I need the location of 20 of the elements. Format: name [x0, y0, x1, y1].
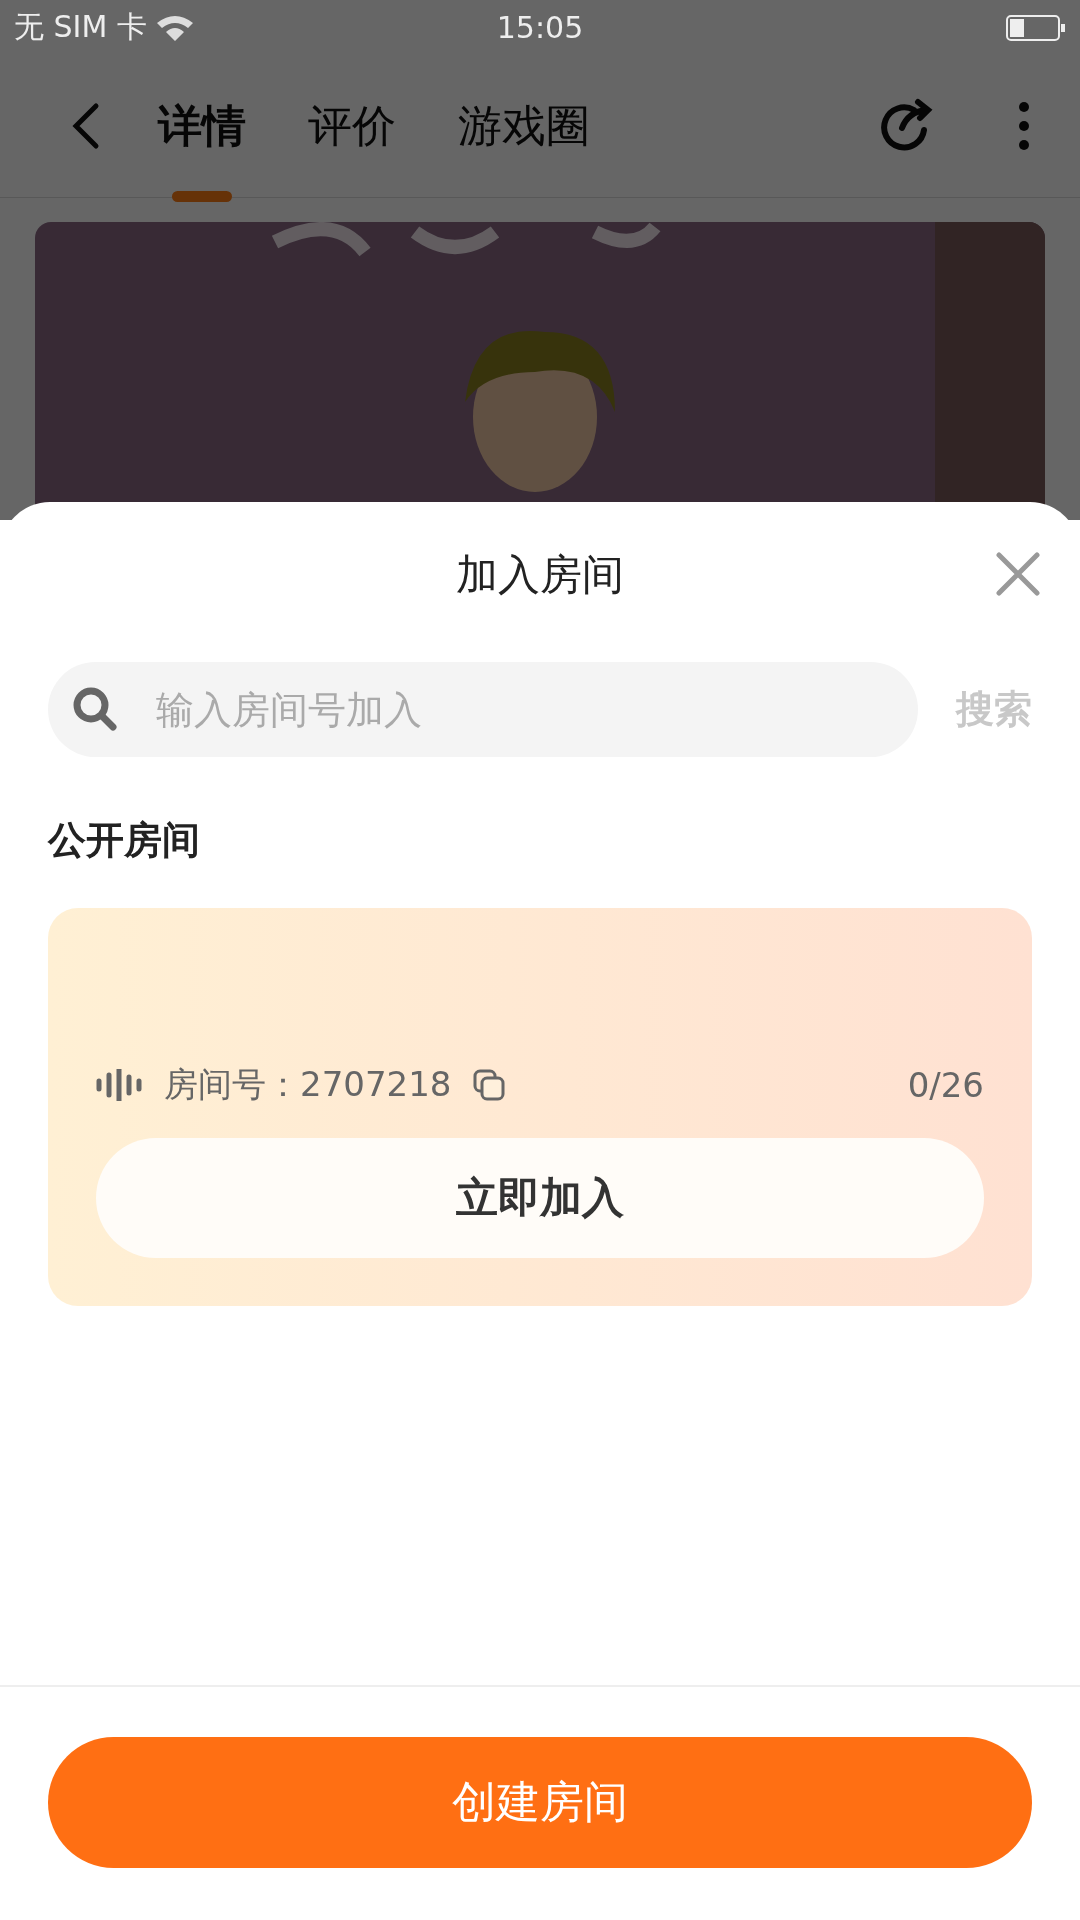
search-icon	[72, 686, 118, 732]
join-button[interactable]: 立即加入	[96, 1138, 984, 1258]
more-icon[interactable]	[1018, 101, 1030, 151]
carrier-text: 无 SIM 卡	[14, 8, 147, 46]
search-field[interactable]: 输入房间号加入	[48, 662, 918, 757]
tab-indicator	[172, 190, 232, 202]
create-room-button[interactable]: 创建房间	[48, 1737, 1032, 1868]
occupancy-text: 0/26	[907, 1065, 984, 1105]
nav-tab[interactable]: 评价	[308, 96, 396, 156]
section-title: 公开房间	[46, 817, 201, 864]
back-icon[interactable]	[70, 102, 100, 150]
close-icon[interactable]	[996, 552, 1040, 596]
copy-icon[interactable]	[473, 1069, 506, 1101]
clock-text: 15:05	[496, 10, 584, 45]
sheet-title: 加入房间	[456, 548, 624, 601]
sound-wave-icon	[96, 1069, 142, 1101]
battery-icon	[1006, 13, 1066, 42]
room-number-text: 房间号：2707218	[164, 1063, 452, 1106]
nav-tab[interactable]: 游戏圈	[458, 96, 590, 156]
nav-tab[interactable]: 详情	[158, 96, 246, 156]
